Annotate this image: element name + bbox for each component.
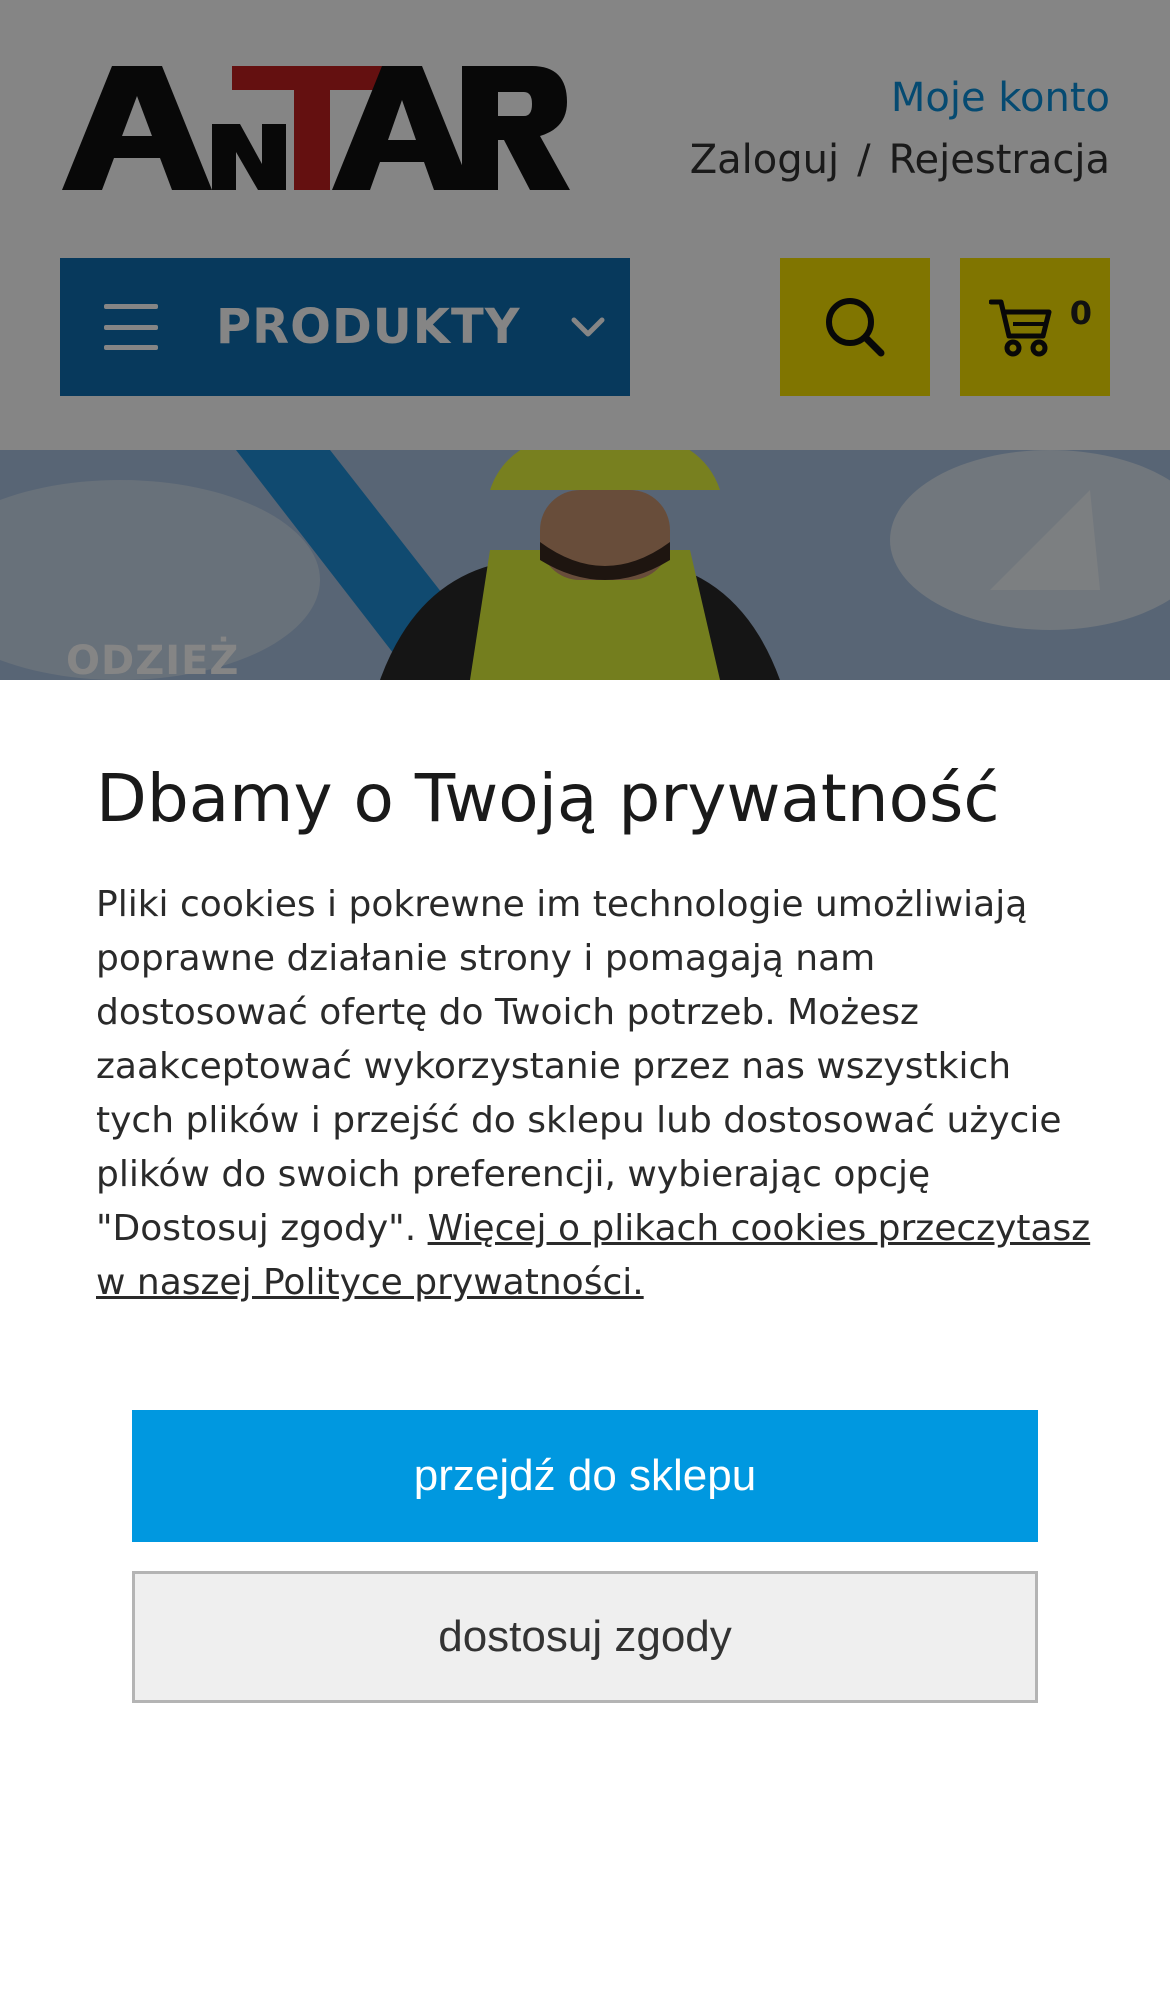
- cookie-description: Pliki cookies i pokrewne im technologie …: [96, 878, 1096, 1310]
- modal-backdrop[interactable]: [0, 0, 1170, 680]
- cookie-title: Dbamy o Twoją prywatność: [96, 760, 1000, 837]
- cookie-consent-panel: Dbamy o Twoją prywatność Pliki cookies i…: [0, 680, 1170, 1992]
- cookie-text: Pliki cookies i pokrewne im technologie …: [96, 884, 1062, 1249]
- customize-consents-button[interactable]: dostosuj zgody: [132, 1571, 1038, 1703]
- accept-all-button[interactable]: przejdź do sklepu: [132, 1410, 1038, 1542]
